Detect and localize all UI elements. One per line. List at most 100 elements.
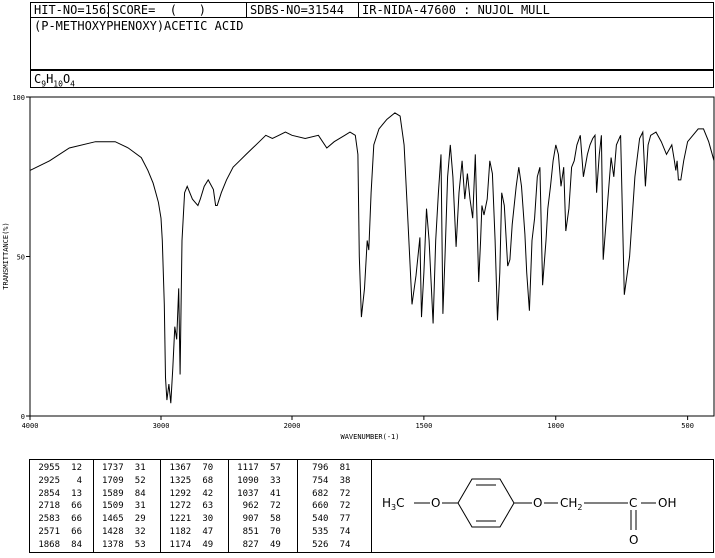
peak-row: 2854 13	[30, 488, 93, 501]
peak-row: 1589 84	[94, 488, 161, 501]
peak-transmittance: 81	[339, 463, 351, 473]
methylene-group: CH2	[560, 496, 583, 512]
peak-transmittance: 72	[339, 488, 351, 499]
x-tick-label: 4000	[22, 422, 39, 430]
peak-row: 2583 66	[30, 513, 93, 526]
x-tick-label: 500	[681, 422, 694, 430]
peak-transmittance: 72	[270, 501, 281, 512]
peak-wavenumber: 1509	[101, 501, 124, 512]
y-tick-label: 0	[21, 413, 25, 421]
peak-row: 1709 52	[94, 475, 161, 488]
peak-wavenumber: 1182	[169, 526, 192, 537]
peak-row: 526 74	[298, 539, 371, 552]
peak-row: 1090 33	[229, 475, 298, 488]
peak-transmittance: 77	[339, 514, 351, 525]
peak-transmittance: 12	[71, 463, 82, 473]
peak-row: 1292 42	[161, 488, 228, 501]
peak-transmittance: 68	[202, 475, 214, 486]
peak-transmittance: 49	[270, 539, 281, 550]
ir-nida: IR-NIDA-47600 : NUJOL MULL	[362, 3, 550, 17]
peak-transmittance: 84	[71, 539, 82, 550]
peak-wavenumber: 962	[242, 501, 259, 512]
peak-transmittance: 32	[134, 526, 146, 537]
peak-transmittance: 58	[270, 514, 281, 525]
peak-transmittance: 13	[71, 488, 82, 499]
peak-wavenumber: 1325	[169, 475, 192, 486]
peak-row: 1737 31	[94, 462, 161, 475]
peak-row: 1465 29	[94, 513, 161, 526]
peak-wavenumber: 1737	[101, 463, 124, 473]
benzene-ring	[457, 478, 515, 528]
peak-wavenumber: 796	[312, 463, 329, 473]
peak-wavenumber: 535	[312, 526, 329, 537]
peak-transmittance: 31	[134, 501, 146, 512]
ether-oxygen-2: O	[533, 496, 542, 510]
peak-row: 1378 53	[94, 539, 161, 552]
hit-no: HIT-NO=15630	[31, 3, 109, 17]
peak-transmittance: 4	[76, 475, 82, 486]
molecular-formula: C9H10O4	[30, 70, 714, 88]
peak-wavenumber: 1272	[169, 501, 192, 512]
peak-row: 754 38	[298, 475, 371, 488]
x-axis-label: WAVENUMBER(-1)	[340, 433, 399, 441]
ether-oxygen-1: O	[431, 496, 440, 510]
peak-row: 2925 4	[30, 475, 93, 488]
peak-row: 1868 84	[30, 539, 93, 552]
peak-transmittance: 38	[339, 475, 351, 486]
peak-wavenumber: 851	[242, 526, 259, 537]
peak-transmittance: 72	[339, 501, 351, 512]
peak-transmittance: 74	[339, 526, 351, 537]
peak-wavenumber: 1709	[101, 475, 124, 486]
peak-row: 535 74	[298, 526, 371, 539]
peak-row: 1509 31	[94, 500, 161, 513]
peak-row: 962 72	[229, 500, 298, 513]
peak-transmittance: 53	[134, 539, 146, 550]
peak-transmittance: 70	[202, 463, 214, 473]
y-tick-label: 100	[12, 94, 25, 102]
peak-table: 2955 12 2925 4 2854 13 2718 66 2583 66 2571 66 1868 8…	[29, 459, 372, 553]
x-tick-label: 1000	[547, 422, 564, 430]
peak-wavenumber: 660	[312, 501, 329, 512]
peak-row: 796 81	[298, 462, 371, 475]
peak-wavenumber: 2955	[38, 463, 60, 473]
peak-wavenumber: 1378	[101, 539, 124, 550]
peak-column: 1367 70 1325 68 1292 42 1272 63 1221 30 1182 47 1174…	[161, 460, 229, 552]
peak-row: 1325 68	[161, 475, 228, 488]
peak-wavenumber: 754	[312, 475, 329, 486]
peak-transmittance: 63	[202, 501, 214, 512]
peak-wavenumber: 1465	[101, 514, 124, 525]
y-tick-label: 50	[17, 254, 25, 262]
peak-wavenumber: 1090	[237, 475, 259, 486]
peak-transmittance: 57	[270, 463, 281, 473]
peak-transmittance: 42	[202, 488, 214, 499]
compound-name: (P-METHOXYPHENOXY)ACETIC ACID	[30, 17, 714, 70]
peak-transmittance: 70	[270, 526, 281, 537]
peak-wavenumber: 540	[312, 514, 329, 525]
peak-column: 796 81 754 38 682 72 660 72 540 77 535 74 526 74	[298, 460, 371, 552]
y-axis-label: TRANSMITTANCE(%)	[2, 222, 10, 289]
peak-transmittance: 66	[71, 501, 82, 512]
peak-wavenumber: 2854	[38, 488, 60, 499]
peak-column: 1737 31 1709 52 1589 84 1509 31 1465 29 1428 32 1378…	[94, 460, 162, 552]
ir-spectrum-chart: 4000 3000 2000 1500 1000 500 0 50 100 WAVENUMBER…	[2, 94, 715, 441]
header-row: HIT-NO=15630 SCORE= ( ) SDBS-NO=31544 IR…	[30, 2, 714, 18]
peak-column: 1117 57 1090 33 1037 41 962 72 907 58 851 70 827 49	[229, 460, 299, 552]
peak-wavenumber: 1174	[169, 539, 192, 550]
structure-diagram: H3C O O CH2 C OH O	[372, 459, 714, 553]
peak-wavenumber: 2583	[38, 514, 60, 525]
peak-wavenumber: 2571	[38, 526, 60, 537]
x-tick-label: 1500	[415, 422, 432, 430]
peak-row: 2571 66	[30, 526, 93, 539]
peak-wavenumber: 907	[242, 514, 259, 525]
peak-wavenumber: 1428	[101, 526, 124, 537]
peak-row: 1367 70	[161, 462, 228, 475]
peak-wavenumber: 2925	[38, 475, 60, 486]
plot-frame	[29, 96, 715, 417]
peak-row: 682 72	[298, 488, 371, 501]
peak-transmittance: 84	[134, 488, 146, 499]
x-tick-label: 3000	[153, 422, 170, 430]
peak-row: 851 70	[229, 526, 298, 539]
score: SCORE= ( )	[109, 3, 247, 17]
spectrum-line	[29, 112, 715, 404]
peak-column: 2955 12 2925 4 2854 13 2718 66 2583 66 2571 66 1868 8…	[30, 460, 94, 552]
